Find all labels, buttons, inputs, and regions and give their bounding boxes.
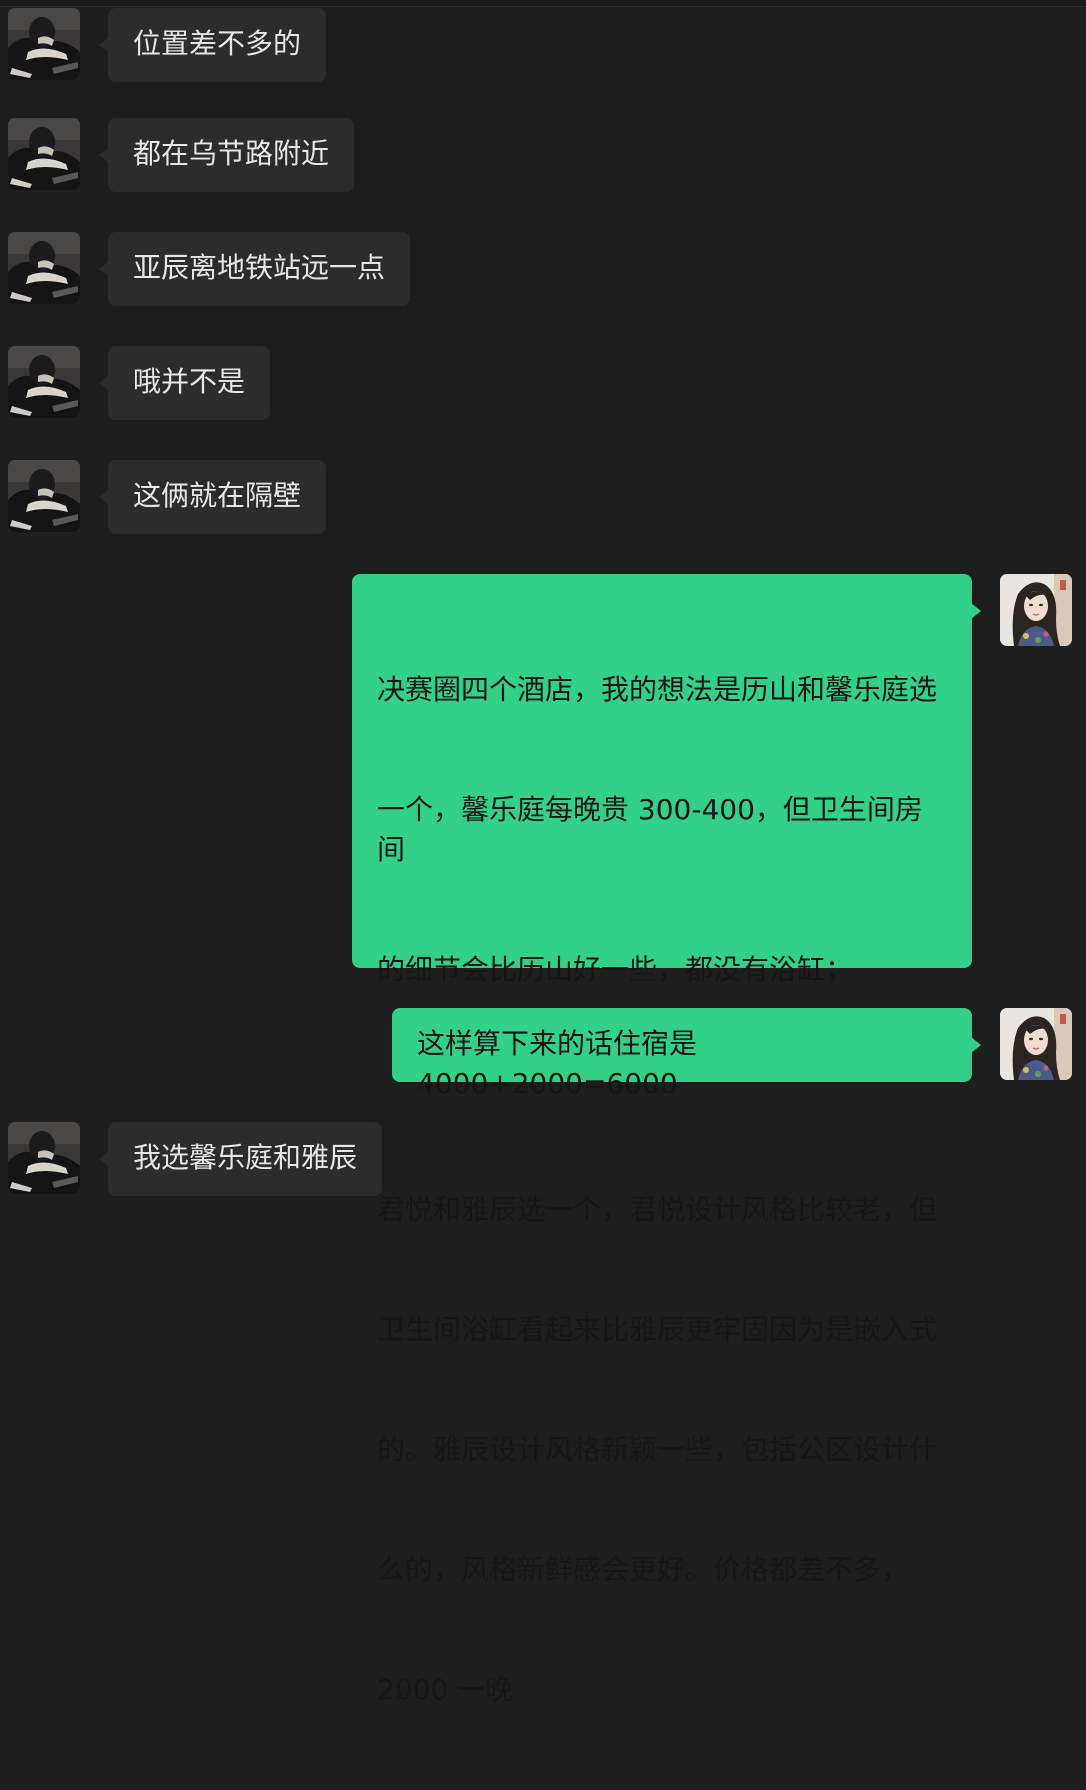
message-line: 卫生间浴缸看起来比雅辰更牢固因为是嵌入式 [377, 1313, 938, 1346]
message-line: 君悦和雅辰选一个，君悦设计风格比较老，但 [377, 1193, 938, 1226]
message-line: 2000 一晚 [377, 1673, 514, 1706]
window-top-edge [0, 0, 1086, 7]
message-line: 决赛圈四个酒店，我的想法是历山和馨乐庭选 [377, 673, 938, 706]
contact-avatar[interactable] [8, 460, 80, 532]
contact-avatar[interactable] [8, 232, 80, 304]
contact-avatar[interactable] [8, 118, 80, 190]
incoming-message-bubble[interactable]: 亚辰离地铁站远一点 [98, 232, 411, 306]
incoming-message-bubble[interactable]: 我选馨乐庭和雅辰 [98, 1122, 383, 1196]
message-line: 么的，风格新鲜感会更好。价格都差不多， [377, 1553, 910, 1586]
message-line: 的。雅辰设计风格新颖一些，包括公区设计什 [377, 1433, 938, 1466]
outgoing-message-bubble[interactable]: 决赛圈四个酒店，我的想法是历山和馨乐庭选 一个，馨乐庭每晚贵 300-400，但… [352, 574, 981, 1706]
message-line: 一个，馨乐庭每晚贵 300-400，但卫生间房间 [377, 793, 923, 866]
self-avatar[interactable] [1000, 1008, 1072, 1080]
incoming-message-bubble[interactable]: 都在乌节路附近 [98, 118, 355, 192]
incoming-message-bubble[interactable]: 位置差不多的 [98, 8, 327, 82]
contact-avatar[interactable] [8, 8, 80, 80]
incoming-message-bubble[interactable]: 这俩就在隔壁 [98, 460, 327, 534]
message-line: 的细节会比历山好一些，都没有浴缸； [377, 953, 854, 986]
outgoing-message-bubble[interactable]: 这样算下来的话住宿是 4000+2000=6000 [392, 1008, 981, 1100]
contact-avatar[interactable] [8, 1122, 80, 1194]
incoming-message-bubble[interactable]: 哦并不是 [98, 346, 271, 420]
self-avatar[interactable] [1000, 574, 1072, 646]
contact-avatar[interactable] [8, 346, 80, 418]
